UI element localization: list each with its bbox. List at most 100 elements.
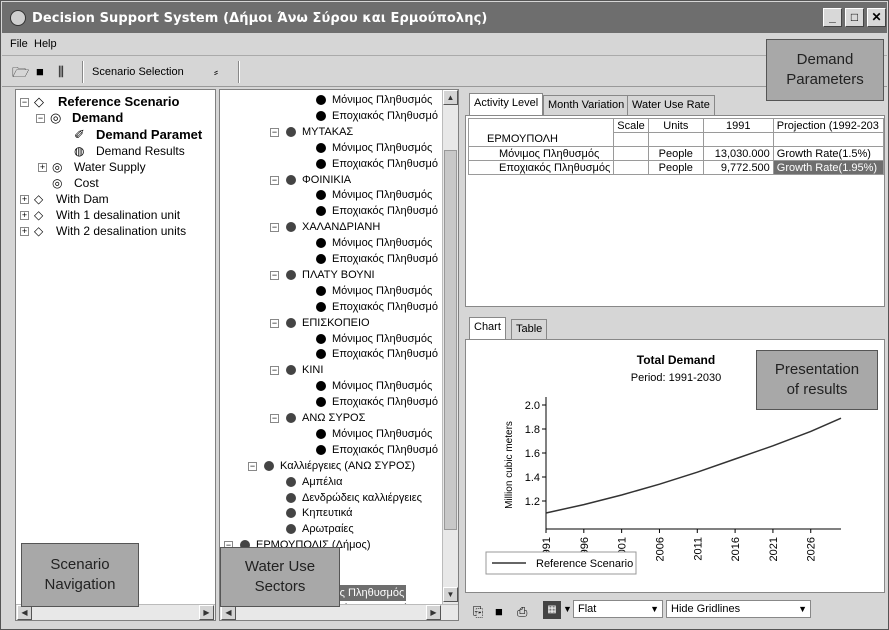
tab-activity-level[interactable]: Activity Level bbox=[469, 93, 544, 115]
tab-month-variation[interactable]: Month Variation bbox=[543, 95, 630, 115]
scroll-left-button[interactable]: ◀ bbox=[17, 605, 32, 620]
tree-label: Αρωτραίες bbox=[302, 523, 354, 536]
scroll-down-button[interactable]: ▼ bbox=[443, 587, 458, 602]
tree-label: Demand Results bbox=[96, 144, 185, 158]
table-row[interactable]: Εποχιακός Πληθυσμός People 9,772.500 Gro… bbox=[467, 160, 885, 175]
tree-label: ΦΟΙΝΙΚΙΑ bbox=[302, 173, 352, 186]
table-cell: Εποχιακός Πληθυσμός bbox=[467, 160, 615, 175]
table-header: Units bbox=[647, 118, 704, 133]
table-row[interactable]: Μόνιμος Πληθυσμός People 13,030.000 Grow… bbox=[467, 146, 885, 161]
toolbar: 🗁 ■ ⫼ Scenario Selection ⸗ bbox=[2, 57, 887, 87]
table-cell-selected[interactable]: Growth Rate(1.95%) bbox=[772, 160, 885, 175]
node-bullet-icon bbox=[286, 174, 296, 185]
table-cell[interactable] bbox=[613, 160, 649, 175]
table-cell bbox=[613, 132, 649, 147]
tree-label: Μόνιμος Πληθυσμός bbox=[332, 237, 433, 250]
chart-style-select[interactable]: Flat ▼ bbox=[573, 600, 663, 618]
node-bullet-icon bbox=[316, 95, 326, 105]
node-bullet-icon bbox=[316, 238, 326, 249]
node-bullet-icon bbox=[286, 126, 296, 137]
tree-label: Μόνιμος Πληθυσμός bbox=[332, 380, 433, 393]
y-axis-label: Million cubic meters bbox=[504, 421, 515, 509]
network-icon[interactable]: ⸗ bbox=[214, 63, 218, 81]
collapse-icon[interactable]: − bbox=[248, 461, 257, 471]
scenario-selection-button[interactable]: Scenario Selection bbox=[92, 63, 184, 81]
menu-bar: File Help bbox=[2, 34, 887, 56]
node-bullet-icon bbox=[286, 492, 296, 503]
tab-water-use-rate[interactable]: Water Use Rate bbox=[627, 95, 715, 115]
collapse-icon[interactable]: − bbox=[36, 114, 45, 123]
node-bullet-icon bbox=[316, 397, 326, 408]
node-bullet-icon bbox=[286, 365, 296, 376]
maximize-button[interactable]: □ bbox=[845, 8, 864, 27]
minimize-button[interactable]: _ bbox=[823, 8, 842, 27]
table-cell[interactable]: People bbox=[647, 160, 704, 175]
collapse-icon[interactable]: − bbox=[270, 127, 279, 137]
expand-icon[interactable]: + bbox=[20, 195, 29, 204]
menu-file[interactable]: File bbox=[10, 38, 28, 50]
node-bullet-icon bbox=[316, 254, 326, 264]
scroll-thumb[interactable] bbox=[444, 150, 457, 530]
tab-chart[interactable]: Chart bbox=[469, 317, 506, 339]
tree-label: Water Supply bbox=[74, 160, 146, 174]
tree-label: Εποχιακός Πληθυσμό bbox=[332, 157, 438, 170]
table-cell[interactable]: 9,772.500 bbox=[702, 160, 774, 175]
x-tick-label: 2006 bbox=[654, 537, 666, 561]
sectors-vertical-scrollbar[interactable]: ▲ ▼ bbox=[442, 90, 458, 604]
table-header: Scale bbox=[613, 118, 649, 133]
x-tick-label: 2021 bbox=[768, 537, 780, 561]
expand-icon[interactable]: + bbox=[20, 211, 29, 220]
scroll-up-button[interactable]: ▲ bbox=[443, 90, 458, 105]
tab-table[interactable]: Table bbox=[511, 319, 548, 339]
gridlines-select[interactable]: Hide Gridlines ▼ bbox=[666, 600, 811, 618]
table-cell[interactable] bbox=[613, 146, 649, 161]
tree-label: With Dam bbox=[56, 192, 109, 206]
annotation-water-use-sectors: Water Use Sectors bbox=[220, 547, 340, 607]
collapse-icon[interactable]: − bbox=[270, 175, 279, 185]
folder-icon: ◎ bbox=[52, 160, 63, 174]
expand-icon[interactable]: + bbox=[20, 227, 29, 236]
chart-icon[interactable]: ⫼ bbox=[58, 63, 64, 81]
node-bullet-icon bbox=[316, 428, 326, 439]
copy-icon[interactable]: ⎘ bbox=[473, 604, 483, 620]
collapse-icon[interactable]: − bbox=[20, 98, 29, 107]
scroll-right-button[interactable]: ▶ bbox=[199, 605, 214, 620]
table-header: Projection (1992-203 bbox=[772, 118, 885, 133]
node-bullet-icon bbox=[316, 381, 326, 392]
table-header: 1991 bbox=[702, 118, 774, 133]
collapse-icon[interactable]: − bbox=[270, 414, 279, 423]
legend-label: Reference Scenario bbox=[536, 558, 633, 570]
chevron-down-icon[interactable]: ▼ bbox=[563, 604, 572, 614]
table-cell[interactable]: People bbox=[647, 146, 704, 161]
tree-label: With 1 desalination unit bbox=[56, 208, 181, 222]
collapse-icon[interactable]: − bbox=[270, 270, 279, 280]
scroll-left-button[interactable]: ◀ bbox=[221, 605, 236, 620]
table-cell[interactable]: 13,030.000 bbox=[702, 146, 774, 161]
tree-label: Μόνιμος Πληθυσμός bbox=[332, 332, 433, 345]
collapse-icon[interactable]: − bbox=[270, 318, 279, 328]
print-icon[interactable]: ⎙ bbox=[517, 604, 527, 620]
menu-help[interactable]: Help bbox=[34, 38, 57, 50]
tree-label: Μόνιμος Πληθυσμός bbox=[332, 94, 433, 106]
close-button[interactable]: ✕ bbox=[867, 8, 886, 27]
collapse-icon[interactable]: − bbox=[270, 223, 279, 233]
save-icon[interactable]: ■ bbox=[495, 604, 503, 619]
open-icon[interactable]: 🗁 bbox=[12, 63, 29, 81]
water-use-sectors-pane: Μόνιμος Πληθυσμός Εποχιακός Πληθυσμό − ΜΥΤΑ… bbox=[219, 89, 459, 621]
node-bullet-icon bbox=[286, 413, 296, 423]
tree-label: Δενδρώδεις καλλιέργειες bbox=[302, 491, 422, 504]
table-cell bbox=[647, 132, 704, 147]
tree-label: Κηπευτικά bbox=[302, 507, 353, 520]
scenario-icon: ◇ bbox=[34, 94, 44, 109]
scroll-right-button[interactable]: ▶ bbox=[426, 605, 441, 620]
collapse-icon[interactable]: − bbox=[270, 366, 279, 376]
y-tick-label: 1.4 bbox=[525, 472, 540, 484]
chart-type-icon[interactable]: ▦ bbox=[543, 601, 561, 619]
table-cell[interactable]: Growth Rate(1.5%) bbox=[772, 146, 885, 161]
tree-label: ΠΛΑΤΥ ΒΟΥΝΙ bbox=[302, 268, 375, 281]
expand-icon[interactable]: + bbox=[38, 163, 47, 172]
tree-label: Εποχιακός Πληθυσμό bbox=[332, 396, 438, 409]
tree-label: ΑΝΩ ΣΥΡΟΣ bbox=[302, 412, 366, 424]
save-icon[interactable]: ■ bbox=[36, 63, 44, 81]
x-tick-label: 2011 bbox=[692, 537, 704, 561]
